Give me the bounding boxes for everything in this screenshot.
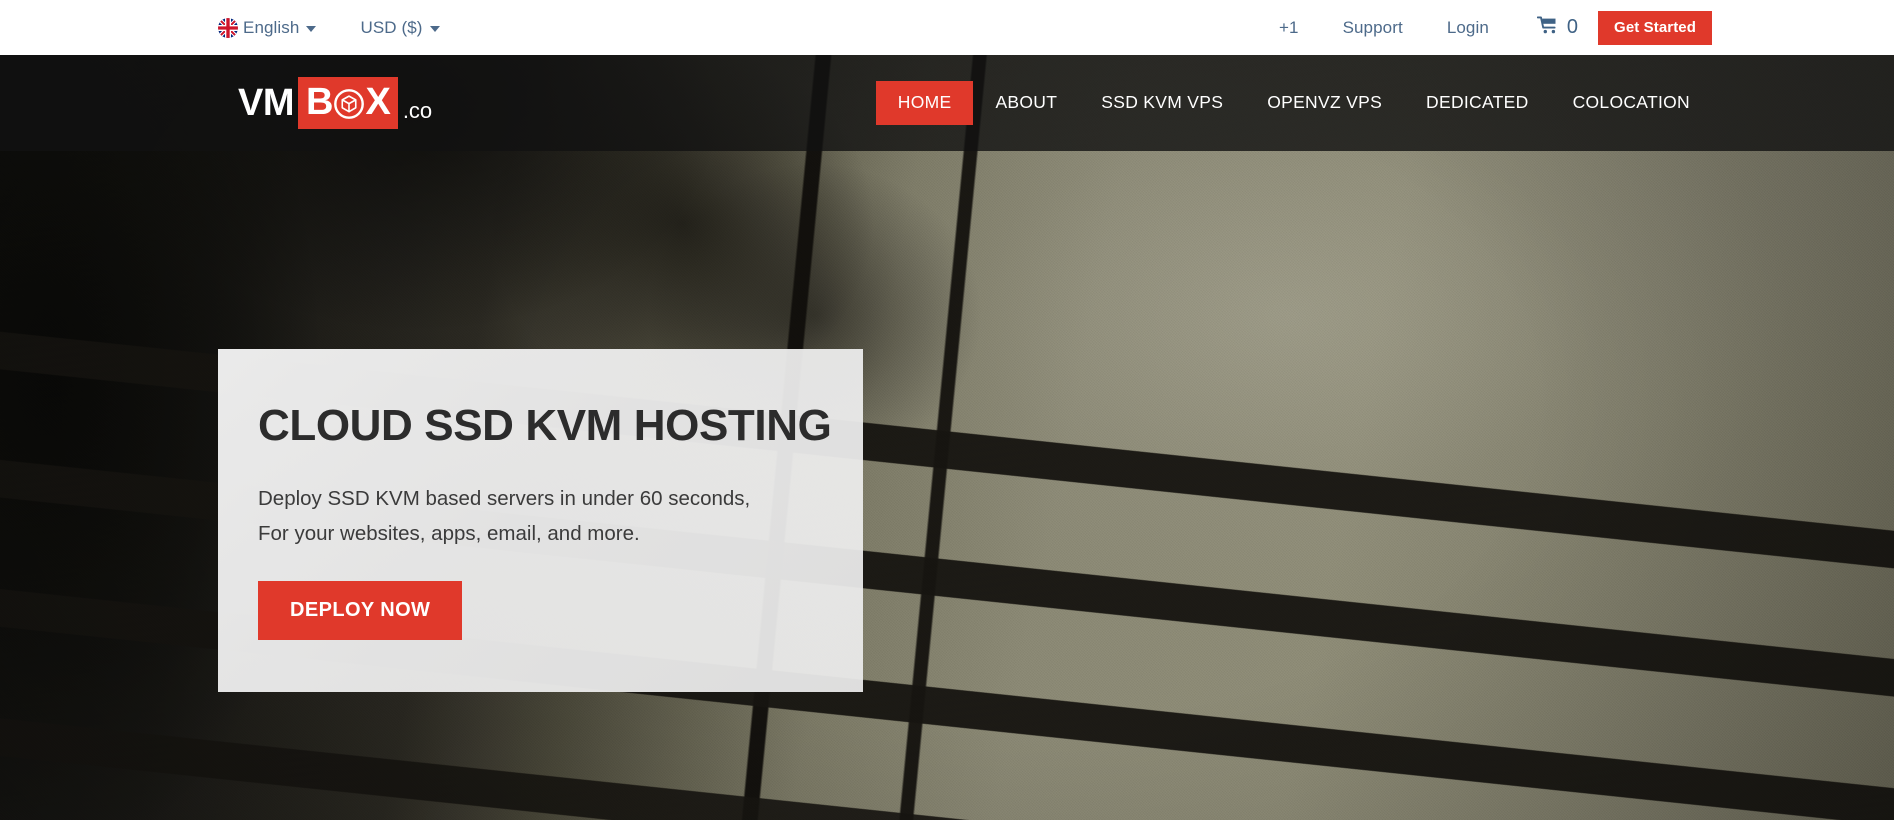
top-utility-bar: English USD ($) +1 Support Login 0 Get S… xyxy=(0,0,1894,55)
nav-item-home[interactable]: HOME xyxy=(875,80,974,126)
chevron-down-icon xyxy=(429,25,440,32)
hero-content-card: CLOUD SSD KVM HOSTING Deploy SSD KVM bas… xyxy=(218,349,863,692)
shopping-cart-svg xyxy=(1536,15,1556,33)
deploy-now-button[interactable]: DEPLOY NOW xyxy=(258,580,463,640)
logo-text-b: B xyxy=(306,81,334,123)
phone-link[interactable]: +1 xyxy=(1279,18,1299,38)
cart-count: 0 xyxy=(1566,16,1579,38)
topbar-right-group: +1 Support Login 0 Get Started xyxy=(1257,10,1712,45)
nav-item-colocation[interactable]: COLOCATION xyxy=(1551,81,1712,126)
nav-item-about[interactable]: ABOUT xyxy=(973,81,1079,126)
language-selector[interactable]: English xyxy=(218,17,317,38)
hero-subtitle-line-2: For your websites, apps, email, and more… xyxy=(258,522,640,546)
nav-item-ssd-kvm-vps[interactable]: SSD KVM VPS xyxy=(1079,81,1245,126)
phone-link-wrap[interactable]: +1 xyxy=(1257,18,1321,38)
logo-text-x: X xyxy=(365,81,391,123)
nav-item-openvz-vps[interactable]: OPENVZ VPS xyxy=(1245,81,1404,126)
cube-svg xyxy=(334,89,365,119)
logo-text-vm: VM xyxy=(238,82,295,124)
logo-text-tld: .co xyxy=(402,98,433,123)
cube-icon xyxy=(334,88,365,119)
hero-section: VM B X .co HOME ABOUT SSD KVM VPS OPENVZ… xyxy=(0,55,1894,820)
currency-label: USD ($) xyxy=(360,17,423,37)
get-started-button[interactable]: Get Started xyxy=(1598,10,1712,45)
login-link-wrap[interactable]: Login xyxy=(1425,18,1511,38)
nav-item-dedicated[interactable]: DEDICATED xyxy=(1404,81,1551,126)
hero-heading: CLOUD SSD KVM HOSTING xyxy=(258,401,832,450)
language-label: English xyxy=(243,17,300,37)
cart-button[interactable]: 0 xyxy=(1511,15,1598,40)
main-header-bar: VM B X .co HOME ABOUT SSD KVM VPS OPENVZ… xyxy=(0,55,1894,151)
hero-subtitle: Deploy SSD KVM based servers in under 60… xyxy=(258,481,863,552)
shopping-cart-icon xyxy=(1536,15,1559,40)
uk-flag-svg xyxy=(218,17,238,38)
topbar-left-group: English USD ($) xyxy=(218,17,440,38)
currency-selector[interactable]: USD ($) xyxy=(360,17,440,38)
uk-flag-icon xyxy=(218,17,238,38)
support-link[interactable]: Support xyxy=(1343,18,1403,38)
hero-subtitle-line-1: Deploy SSD KVM based servers in under 60… xyxy=(258,487,751,511)
support-link-wrap[interactable]: Support xyxy=(1321,18,1425,38)
main-navigation: HOME ABOUT SSD KVM VPS OPENVZ VPS DEDICA… xyxy=(875,55,1712,151)
login-link[interactable]: Login xyxy=(1447,18,1489,38)
chevron-down-icon xyxy=(306,25,317,32)
site-logo[interactable]: VM B X .co xyxy=(238,77,432,129)
logo-box-badge: B X xyxy=(298,77,398,129)
